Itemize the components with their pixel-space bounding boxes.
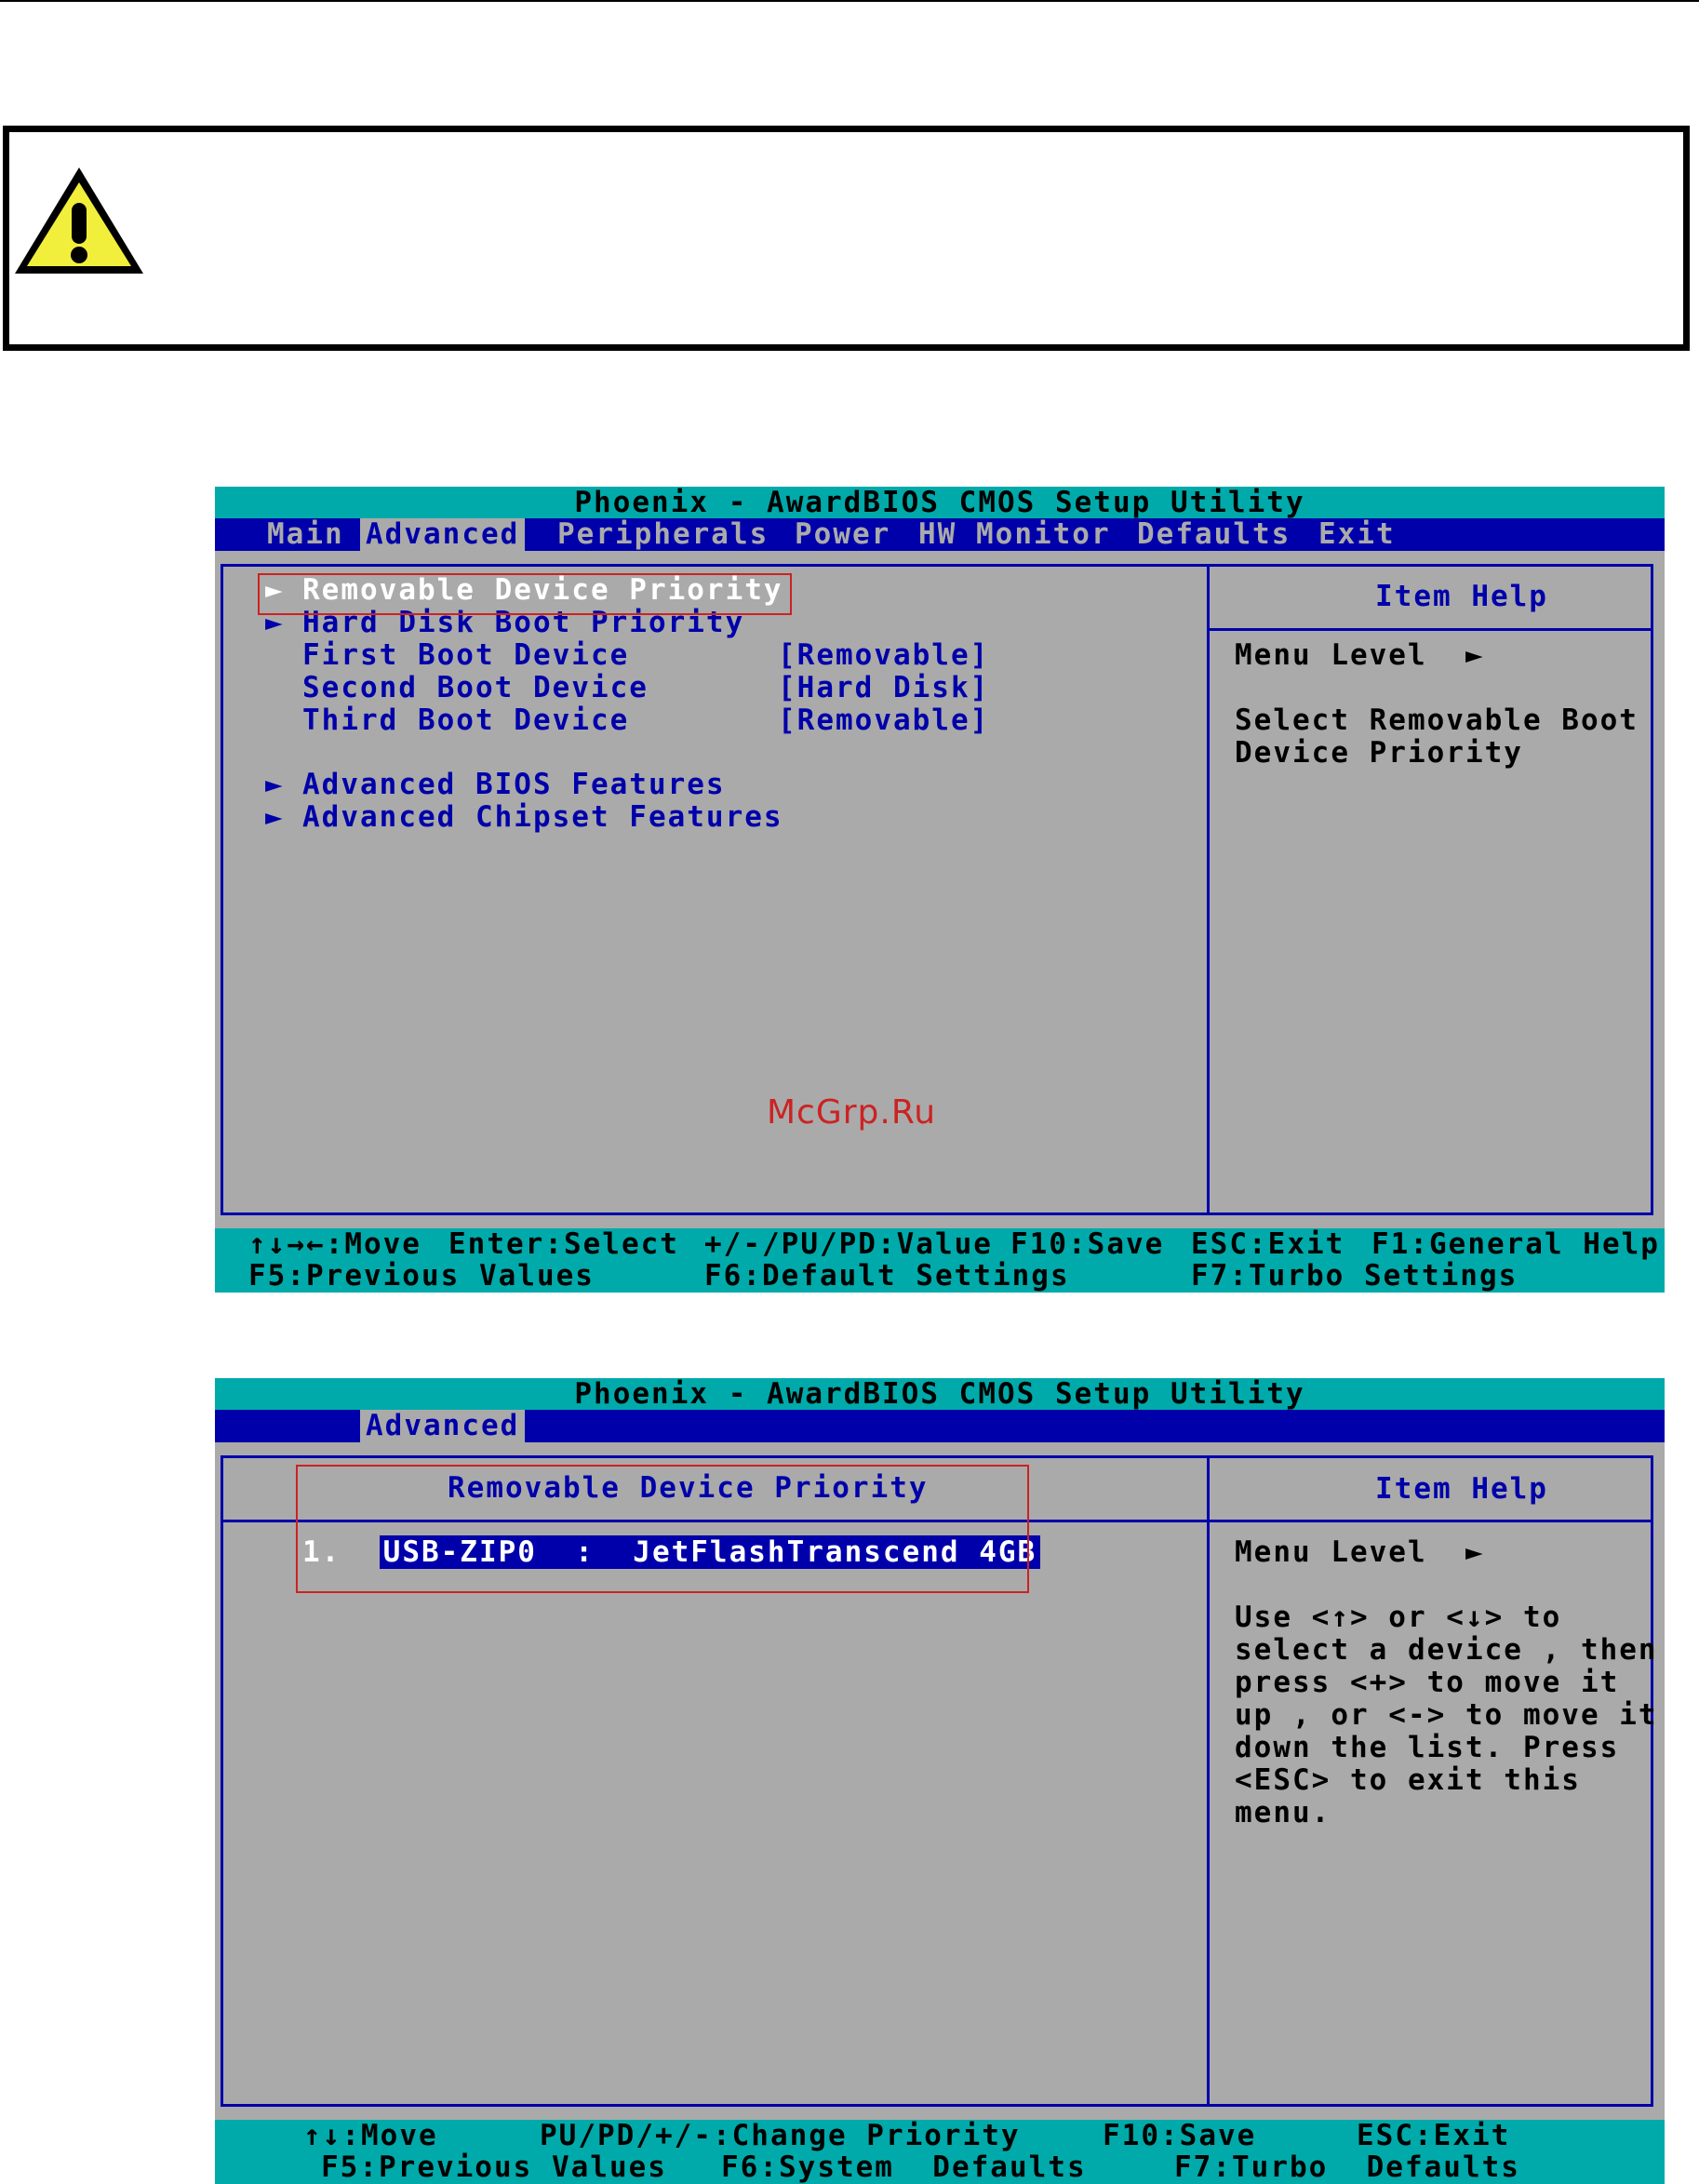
bios-screen-removable-priority: Phoenix - AwardBIOS CMOS Setup Utility A… [215, 1378, 1665, 2184]
menu-row-third-boot[interactable]: Third Boot Device [302, 704, 629, 737]
menu-row-advanced-bios[interactable]: ► Advanced BIOS Features [265, 769, 726, 801]
third-boot-value[interactable]: [Removable] [778, 704, 989, 737]
key-esc: ESC:Exit [1357, 2119, 1511, 2152]
menu-row-first-boot[interactable]: First Boot Device [302, 639, 629, 672]
menu-defaults[interactable]: Defaults [1131, 518, 1296, 551]
key-move: ↑↓:Move [303, 2119, 438, 2152]
key-enter: Enter:Select [448, 1227, 679, 1261]
key-move: ↑↓→←:Move [248, 1227, 421, 1261]
menu-main[interactable]: Main [261, 518, 350, 551]
bios-title: Phoenix - AwardBIOS CMOS Setup Utility [215, 487, 1665, 518]
menu-hw-monitor[interactable]: HW Monitor [913, 518, 1117, 551]
bios-screen-advanced: Phoenix - AwardBIOS CMOS Setup Utility M… [215, 487, 1665, 1293]
key-f10: F10:Save [1103, 2119, 1257, 2152]
key-f5: F5:Previous Values [321, 2151, 667, 2184]
item-help-title: Item Help [1375, 580, 1548, 613]
first-boot-value[interactable]: [Removable] [778, 639, 989, 672]
key-f1: F1:General Help [1371, 1227, 1660, 1261]
key-esc: ESC:Exit [1191, 1227, 1345, 1261]
highlight-box [296, 1465, 1029, 1593]
bios-menu-bar: Main Advanced Peripherals Power HW Monit… [215, 518, 1665, 551]
menu-level-arrow-icon: ► [1465, 638, 1485, 672]
bios-title: Phoenix - AwardBIOS CMOS Setup Utility [215, 1378, 1665, 1410]
menu-row-advanced-chipset[interactable]: ► Advanced Chipset Features [265, 801, 783, 834]
bios-menu-bar: Advanced [215, 1410, 1665, 1442]
submenu-arrow-icon: ► [265, 768, 285, 801]
menu-row-second-boot[interactable]: Second Boot Device [302, 672, 649, 704]
watermark: McGrp.Ru [767, 1093, 937, 1132]
menu-level-label: Menu Level ► [1235, 1535, 1485, 1569]
frame-divider [1207, 567, 1210, 1213]
key-f6: F6:Default Settings [704, 1259, 1070, 1293]
second-boot-value[interactable]: [Hard Disk] [778, 672, 989, 704]
menu-power[interactable]: Power [789, 518, 896, 551]
bios-status-bar: ↑↓→←:Move Enter:Select +/-/PU/PD:Value F… [215, 1228, 1665, 1293]
frame-divider [1207, 1458, 1210, 2104]
key-value: +/-/PU/PD:Value [704, 1227, 993, 1261]
help-divider [1207, 628, 1653, 631]
top-rule [0, 0, 1699, 2]
key-change: PU/PD/+/-:Change Priority [540, 2119, 1021, 2152]
menu-peripherals[interactable]: Peripherals [552, 518, 774, 551]
key-f7: F7:Turbo Settings [1191, 1259, 1518, 1293]
warning-callout [3, 126, 1690, 351]
key-f5: F5:Previous Values [248, 1259, 595, 1293]
bios-status-bar: ↑↓:Move PU/PD/+/-:Change Priority F10:Sa… [215, 2120, 1665, 2184]
submenu-arrow-icon: ► [265, 800, 285, 834]
highlight-box [258, 573, 792, 615]
menu-exit[interactable]: Exit [1313, 518, 1401, 551]
item-help-text: Use <↑> or <↓> to select a device , then… [1235, 1601, 1658, 1829]
menu-advanced[interactable]: Advanced [360, 1410, 526, 1442]
menu-advanced[interactable]: Advanced [360, 518, 526, 551]
bios-content-frame: ► Removable Device Priority ► Hard Disk Bo… [221, 564, 1653, 1215]
menu-level-label: Menu Level ► [1235, 638, 1485, 672]
key-f7: F7:Turbo Defaults [1174, 2151, 1520, 2184]
menu-level-arrow-icon: ► [1465, 1535, 1485, 1569]
warning-triangle-icon [15, 167, 143, 274]
item-help-title: Item Help [1375, 1472, 1548, 1506]
key-f10: F10:Save [1010, 1227, 1165, 1261]
key-f6: F6:System Defaults [721, 2151, 1087, 2184]
item-help-text: Select Removable Boot Device Priority [1235, 703, 1639, 770]
